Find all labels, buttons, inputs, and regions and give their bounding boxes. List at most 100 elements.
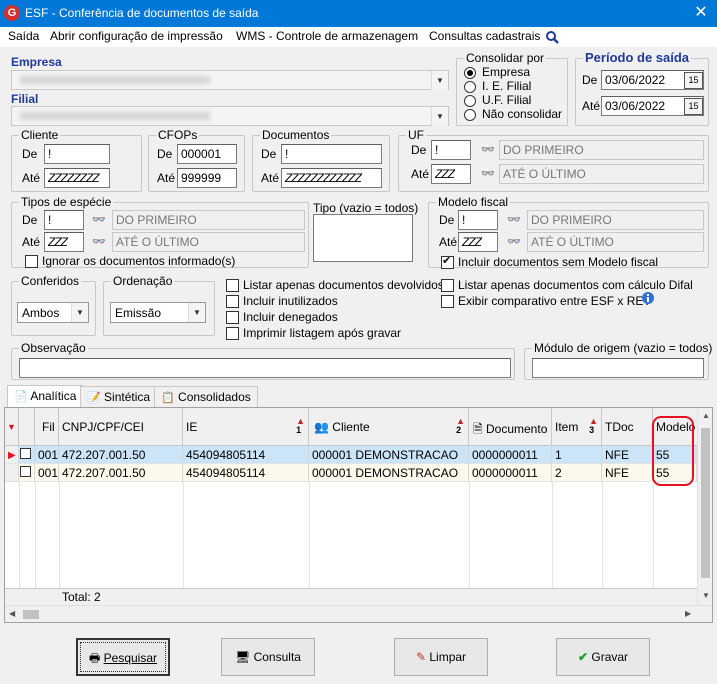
ignorar-checkbox[interactable] [25, 255, 38, 268]
documentos-ate-field[interactable]: ZZZZZZZZZZZZ [281, 168, 382, 188]
uf-de-field[interactable]: ! [431, 140, 471, 160]
tab-sintetica[interactable]: 📝 Sintética [80, 386, 158, 408]
header-tdoc[interactable]: TDoc [602, 408, 653, 446]
chevron-down-icon[interactable]: ▼ [431, 107, 448, 126]
sort-badge-3: ▲ 3 [589, 416, 598, 435]
ordenacao-select[interactable]: Emissão ▼ [110, 302, 206, 323]
header-ie[interactable]: IE ▲ 1 [183, 408, 309, 446]
empresa-value-redacted [20, 76, 210, 84]
cell-fil: 001 [35, 446, 59, 464]
denegados-checkbox[interactable] [226, 311, 239, 324]
filial-select[interactable]: ▼ [11, 106, 449, 126]
chevron-right-icon[interactable]: ▶ [685, 609, 691, 618]
cliente-de-field[interactable]: ! [44, 144, 110, 164]
horizontal-scrollbar[interactable]: ◀ ▶ [5, 605, 712, 622]
search-icon[interactable] [545, 30, 559, 44]
chevron-down-icon[interactable]: ▼ [71, 303, 88, 322]
sort-badge-2-num: 2 [456, 425, 462, 435]
limpar-button[interactable]: ✎ Limpar [394, 638, 488, 676]
window-title: ESF - Conferência de documentos de saída [25, 6, 259, 20]
binoculars-icon[interactable]: 👓 [507, 235, 521, 248]
row-checkbox[interactable] [20, 448, 31, 459]
observacao-field[interactable] [19, 358, 511, 378]
scrollbar-thumb[interactable] [701, 428, 710, 578]
table-row[interactable]: 001 472.207.001.50 454094805114 000001 D… [5, 464, 697, 482]
cell-tdoc: NFE [602, 464, 653, 482]
radio-uf-filial-label: U.F. Filial [482, 93, 532, 107]
incluir-sem-modelo-checkbox[interactable] [441, 254, 454, 269]
cfops-ate-field[interactable]: 999999 [177, 168, 237, 188]
especie-ate-field[interactable]: ZZZ [44, 232, 84, 252]
especie-de-field[interactable]: ! [44, 210, 84, 230]
documentos-de-field[interactable]: ! [281, 144, 382, 164]
menu-wms[interactable]: WMS - Controle de armazenagem [236, 29, 418, 43]
data-grid[interactable]: ▼ Fil CNPJ/CPF/CEI IE ▲ 1 👥 Cliente ▲ 2 🗎 Do… [4, 407, 713, 623]
radio-uf-filial[interactable] [464, 95, 476, 107]
menu-bar: Saída Abrir configuração de impressão WM… [0, 27, 717, 47]
modulo-field[interactable] [532, 358, 704, 378]
header-item[interactable]: Item ▲ 3 [552, 408, 602, 446]
header-cnpj[interactable]: CNPJ/CPF/CEI [59, 408, 183, 446]
scrollbar-thumb[interactable] [23, 610, 39, 619]
consulta-button[interactable]: 🖥 Consulta [221, 638, 315, 676]
vertical-scrollbar[interactable]: ▲ ▼ [697, 408, 712, 605]
tipo-list[interactable] [313, 214, 413, 262]
inutilizados-checkbox[interactable] [226, 295, 239, 308]
info-icon[interactable] [641, 291, 655, 305]
observacao-group: Observação [11, 341, 515, 380]
chevron-up-icon[interactable]: ▲ [702, 411, 710, 420]
empresa-select[interactable]: ▼ [11, 70, 449, 90]
gravar-button[interactable]: ✔ Gravar [556, 638, 650, 676]
row-checkbox-cell [19, 464, 35, 482]
pesquisar-label: Pesquisar [103, 651, 158, 665]
row-checkbox[interactable] [20, 466, 31, 477]
header-item-label: Item [555, 420, 579, 434]
uf-de-label: De [411, 143, 427, 157]
chevron-down-icon[interactable]: ▼ [188, 303, 205, 322]
cfops-de-value: 000001 [181, 147, 222, 161]
radio-nao-consolidar[interactable] [464, 109, 476, 121]
chevron-down-icon[interactable]: ▼ [702, 591, 710, 600]
comparativo-checkbox[interactable] [441, 295, 454, 308]
binoculars-icon[interactable]: 👓 [92, 235, 106, 248]
cell-tdoc: NFE [602, 446, 653, 464]
modelo-de-desc-value: DO PRIMEIRO [531, 213, 612, 227]
pesquisar-button[interactable]: 🖶 Pesquisar [76, 638, 170, 676]
modelo-ate-field[interactable]: ZZZ [458, 232, 498, 252]
header-documento[interactable]: 🗎 Documento [469, 408, 552, 446]
close-icon[interactable]: ✕ [690, 3, 712, 23]
periodo-ate-label: Até [582, 99, 601, 113]
menu-consultas[interactable]: Consultas cadastrais [429, 29, 540, 43]
binoculars-icon[interactable]: 👓 [507, 213, 521, 226]
gravar-label: Gravar [591, 650, 629, 664]
uf-ate-field[interactable]: ZZZ [431, 164, 471, 184]
binoculars-icon[interactable]: 👓 [481, 167, 495, 180]
cliente-ate-field[interactable]: ZZZZZZZZ [44, 168, 110, 188]
sort-badge-2: ▲ 2 [456, 416, 465, 435]
calendar-icon[interactable]: 15 [684, 98, 703, 115]
binoculars-icon[interactable]: 👓 [92, 213, 106, 226]
chevron-down-icon[interactable]: ▼ [431, 71, 448, 90]
header-cliente[interactable]: 👥 Cliente ▲ 2 [309, 408, 469, 446]
conferidos-title: Conferidos [19, 274, 82, 288]
devolvidos-checkbox[interactable] [226, 279, 239, 292]
conferidos-select[interactable]: Ambos ▼ [17, 302, 89, 323]
grid-line [469, 482, 470, 588]
difal-checkbox[interactable] [441, 279, 454, 292]
cfops-de-field[interactable]: 000001 [177, 144, 237, 164]
radio-ie-filial[interactable] [464, 81, 476, 93]
menu-saida[interactable]: Saída [8, 29, 39, 43]
menu-abrir-configuracao[interactable]: Abrir configuração de impressão [50, 29, 223, 43]
tab-consolidados[interactable]: 📋 Consolidados [154, 386, 258, 408]
imprimir-checkbox[interactable] [226, 327, 239, 340]
calendar-icon[interactable]: 15 [684, 72, 703, 89]
radio-empresa[interactable] [464, 67, 476, 79]
filial-value-redacted [20, 112, 210, 120]
chevron-left-icon[interactable]: ◀ [9, 609, 15, 618]
modelo-de-field[interactable]: ! [458, 210, 498, 230]
grid-line [59, 482, 60, 588]
table-row[interactable]: ▶ 001 472.207.001.50 454094805114 000001… [5, 446, 697, 464]
binoculars-icon[interactable]: 👓 [481, 143, 495, 156]
tab-analitica[interactable]: 📄 Analítica [7, 385, 84, 409]
header-fil[interactable]: Fil [35, 408, 59, 446]
